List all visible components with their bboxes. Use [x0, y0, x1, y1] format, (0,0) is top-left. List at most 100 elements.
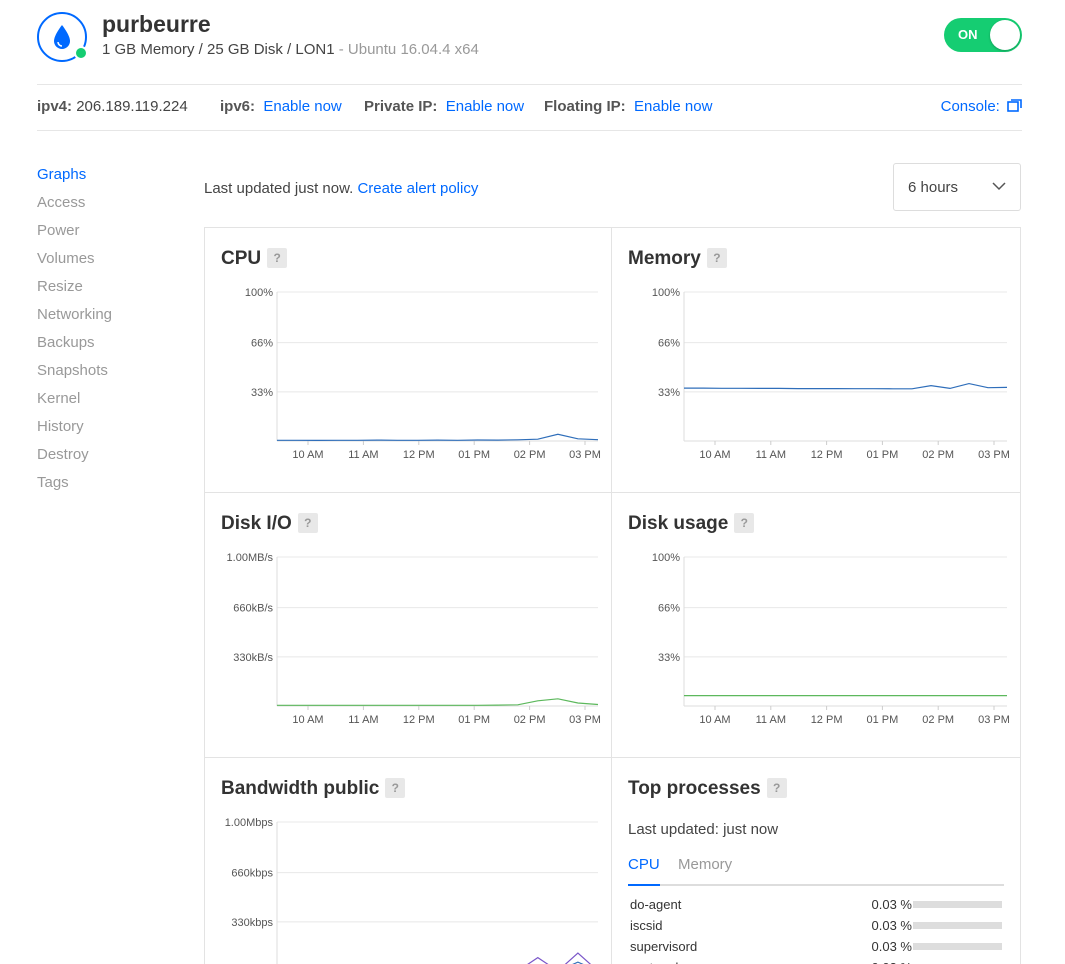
private-ip-info: Private IP: Enable now	[364, 98, 524, 115]
tab-cpu[interactable]: CPU	[628, 856, 660, 886]
bandwidth-chart: 1.00Mbps 660kbps 330kbps	[225, 817, 598, 964]
process-name: iscsid	[630, 918, 663, 933]
panel-title: Memory?	[628, 248, 727, 270]
x-tick-label: 02 PM	[514, 449, 546, 461]
cpu-panel: CPU? 100% 66% 33% 10 AM 11 AM 12 PM 01 PM 02 PM…	[205, 228, 612, 493]
console-label: Console:	[940, 98, 1000, 115]
x-tick-label: 10 AM	[292, 449, 323, 461]
process-name: systemd	[630, 960, 678, 964]
status-indicator	[74, 46, 88, 60]
time-range-value: 6 hours	[908, 179, 959, 196]
x-tick-label: 01 PM	[867, 714, 899, 726]
y-tick-label: 660kbps	[231, 868, 273, 880]
floating-ip-info: Floating IP: Enable now	[544, 98, 712, 115]
ipv4-value: 206.189.119.224	[76, 98, 188, 115]
x-tick-label: 11 AM	[348, 714, 378, 726]
x-tick-label: 12 PM	[403, 449, 435, 461]
panel-title: CPU?	[221, 248, 288, 270]
panel-title-text: Disk usage	[628, 513, 729, 534]
y-tick-label: 330kbps	[231, 917, 273, 929]
process-row: supervisord 0.03 %	[630, 939, 1004, 960]
y-tick-label: 66%	[658, 338, 680, 350]
time-range-select[interactable]: 6 hours	[893, 163, 1021, 211]
x-tick-label: 10 AM	[292, 714, 323, 726]
series-line	[277, 698, 599, 706]
panel-title-text: Memory	[628, 248, 701, 269]
sidebar-item-volumes[interactable]: Volumes	[37, 249, 177, 277]
sidebar-nav: Graphs Access Power Volumes Resize Netwo…	[37, 165, 177, 501]
ipv6-label: ipv6:	[220, 98, 256, 115]
help-icon[interactable]: ?	[267, 248, 288, 268]
sidebar-item-graphs[interactable]: Graphs	[37, 165, 177, 193]
sidebar-item-backups[interactable]: Backups	[37, 333, 177, 361]
sidebar-item-tags[interactable]: Tags	[37, 473, 177, 501]
os-text: - Ubuntu 16.04.4 x64	[334, 41, 479, 58]
console-link[interactable]: Console:	[941, 98, 1022, 115]
process-percent: 0.03 %	[871, 939, 912, 954]
x-tick-label: 03 PM	[978, 449, 1010, 461]
y-tick-label: 660kB/s	[233, 603, 273, 615]
y-tick-label: 33%	[658, 387, 680, 399]
process-usage-bar	[913, 901, 1002, 908]
help-icon[interactable]: ?	[766, 778, 787, 798]
x-tick-label: 11 AM	[756, 449, 786, 461]
droplet-header: purbeurre 1 GB Memory / 25 GB Disk / LON…	[37, 10, 1022, 65]
x-tick-label: 11 AM	[348, 449, 378, 461]
x-tick-label: 03 PM	[978, 714, 1010, 726]
top-processes-updated: Last updated: just now	[628, 821, 779, 838]
disk-usage-chart: 100% 66% 33% 10 AM 11 AM 12 PM 01 PM 02 PM 03 PM	[652, 552, 1010, 726]
y-tick-label: 66%	[251, 338, 273, 350]
last-updated: Last updated just now. Create alert poli…	[204, 180, 478, 197]
panel-title-text: Bandwidth public	[221, 778, 380, 799]
floating-ip-enable-link[interactable]: Enable now	[634, 98, 712, 115]
process-percent: 0.03 %	[871, 918, 912, 933]
tab-memory[interactable]: Memory	[678, 856, 732, 886]
y-tick-label: 330kB/s	[233, 652, 273, 664]
help-icon[interactable]: ?	[385, 778, 406, 798]
process-row: iscsid 0.03 %	[630, 918, 1004, 939]
y-tick-label: 100%	[652, 287, 680, 299]
y-tick-label: 100%	[652, 552, 680, 564]
x-tick-label: 01 PM	[458, 714, 490, 726]
y-tick-label: 66%	[658, 603, 680, 615]
disk-usage-panel: Disk usage? 100% 66% 33% 10 AM 11 AM 12 PM 01 …	[612, 493, 1021, 758]
x-tick-label: 03 PM	[569, 714, 601, 726]
panel-title-text: CPU	[221, 248, 262, 269]
ipv6-enable-link[interactable]: Enable now	[263, 98, 341, 115]
panel-title-text: Disk I/O	[221, 513, 292, 534]
sidebar-item-history[interactable]: History	[37, 417, 177, 445]
y-tick-label: 33%	[658, 652, 680, 664]
sidebar-item-destroy[interactable]: Destroy	[37, 445, 177, 473]
disk-io-chart: 1.00MB/s 660kB/s 330kB/s 10 AM 11 AM 12 PM 01 …	[227, 552, 601, 726]
private-ip-enable-link[interactable]: Enable now	[446, 98, 524, 115]
power-toggle[interactable]: ON	[944, 18, 1022, 52]
create-alert-policy-link[interactable]: Create alert policy	[357, 180, 478, 197]
sidebar-item-power[interactable]: Power	[37, 221, 177, 249]
series-line	[527, 952, 592, 964]
series-line	[684, 382, 1008, 390]
series-line	[277, 433, 599, 442]
x-tick-label: 02 PM	[922, 714, 954, 726]
sidebar-item-resize[interactable]: Resize	[37, 277, 177, 305]
process-row: do-agent 0.03 %	[630, 897, 1004, 918]
private-ip-label: Private IP:	[364, 98, 438, 115]
help-icon[interactable]: ?	[734, 513, 755, 533]
x-tick-label: 12 PM	[811, 714, 843, 726]
sidebar-item-access[interactable]: Access	[37, 193, 177, 221]
sidebar-item-networking[interactable]: Networking	[37, 305, 177, 333]
process-percent: 0.03 %	[871, 897, 912, 912]
sidebar-item-snapshots[interactable]: Snapshots	[37, 361, 177, 389]
memory-panel: Memory? 100% 66% 33% 10 AM 11 AM 12 PM 01 PM 02…	[612, 228, 1021, 493]
panel-title: Disk usage?	[628, 513, 755, 535]
ipv6-info: ipv6: Enable now	[220, 98, 342, 115]
network-bar: ipv4: 206.189.119.224 ipv6: Enable now P…	[37, 84, 1022, 131]
x-tick-label: 02 PM	[922, 449, 954, 461]
droplet-specs: 1 GB Memory / 25 GB Disk / LON1 - Ubuntu…	[102, 41, 479, 58]
sidebar-item-kernel[interactable]: Kernel	[37, 389, 177, 417]
help-icon[interactable]: ?	[297, 513, 318, 533]
process-name: supervisord	[630, 939, 698, 954]
panel-title: Disk I/O?	[221, 513, 318, 535]
toggle-knob	[990, 20, 1020, 50]
y-tick-label: 100%	[245, 287, 273, 299]
help-icon[interactable]: ?	[706, 248, 727, 268]
